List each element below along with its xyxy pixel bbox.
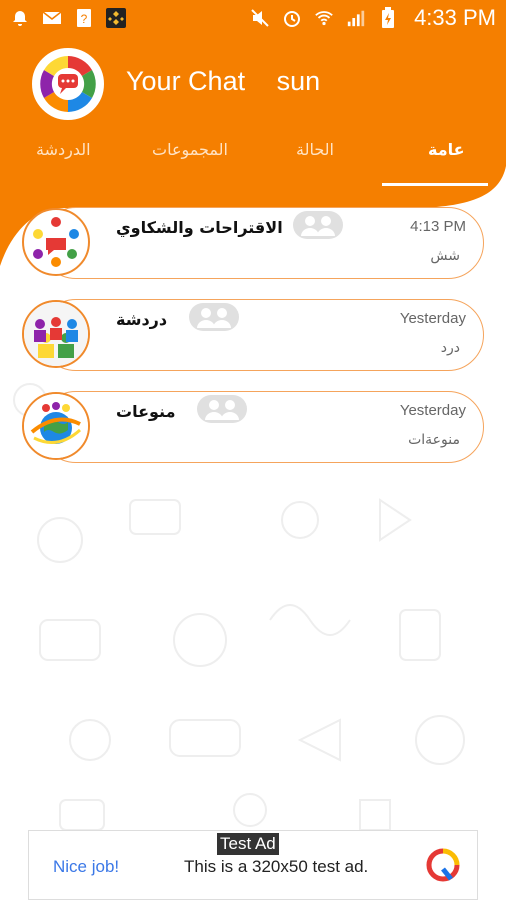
app-name: Your Chat xyxy=(126,66,246,96)
ad-banner[interactable]: Test Ad Nice job! This is a 320x50 test … xyxy=(28,830,478,900)
signal-icon xyxy=(346,8,366,28)
chat-last-message: شش xyxy=(430,248,460,264)
chat-name: الاقتراحات والشكاوي xyxy=(116,218,283,237)
chat-item-misc[interactable]: منوعات Yesterday منوعةات xyxy=(22,388,484,464)
chat-time: 4:13 PM xyxy=(410,218,466,235)
binance-icon xyxy=(106,8,126,28)
chat-last-message: درد xyxy=(440,340,460,356)
tab-status[interactable]: الحالة xyxy=(296,140,334,159)
group-icon xyxy=(196,394,248,424)
battery-charging-icon xyxy=(378,7,398,28)
mail-icon xyxy=(42,8,62,28)
tab-groups[interactable]: المجموعات xyxy=(152,140,228,159)
alarm-icon xyxy=(282,8,302,28)
chat-time: Yesterday xyxy=(399,310,466,327)
notification-bell-icon xyxy=(10,8,30,28)
wifi-hotspot-icon xyxy=(314,8,334,28)
tab-chat[interactable]: الدردشة xyxy=(36,140,91,159)
chat-time: Yesterday xyxy=(399,402,466,419)
app-title: Your Chat sun xyxy=(126,66,320,97)
globe-people-icon xyxy=(22,392,90,460)
group-people-icon xyxy=(22,300,90,368)
svg-text:?: ? xyxy=(81,12,88,26)
ad-body-text: This is a 320x50 test ad. xyxy=(184,857,369,876)
ad-choices-logo-icon[interactable] xyxy=(425,847,461,883)
app-logo xyxy=(32,48,104,120)
chat-item-chat[interactable]: دردشة Yesterday درد xyxy=(22,296,484,372)
user-name: sun xyxy=(276,66,321,96)
question-file-icon: ? xyxy=(74,8,94,28)
chat-name: منوعات xyxy=(116,402,176,421)
mute-icon xyxy=(250,8,270,28)
active-tab-indicator xyxy=(382,183,488,186)
tab-general[interactable]: عامة xyxy=(428,140,465,159)
status-bar: ? 4:33 PM xyxy=(0,0,506,36)
tab-bar: عامة الحالة المجموعات الدردشة xyxy=(0,140,506,188)
ad-label: Test Ad xyxy=(217,833,279,855)
status-time: 4:33 PM xyxy=(414,5,496,30)
ad-headline[interactable]: Nice job! xyxy=(53,857,119,877)
chat-item-suggestions[interactable]: الاقتراحات والشكاوي 4:13 PM شش xyxy=(22,204,484,280)
chat-last-message: منوعةات xyxy=(408,432,460,448)
group-icon xyxy=(292,210,344,240)
colorful-people-circle-icon xyxy=(22,208,90,276)
chat-name: دردشة xyxy=(116,310,168,329)
group-icon xyxy=(188,302,240,332)
